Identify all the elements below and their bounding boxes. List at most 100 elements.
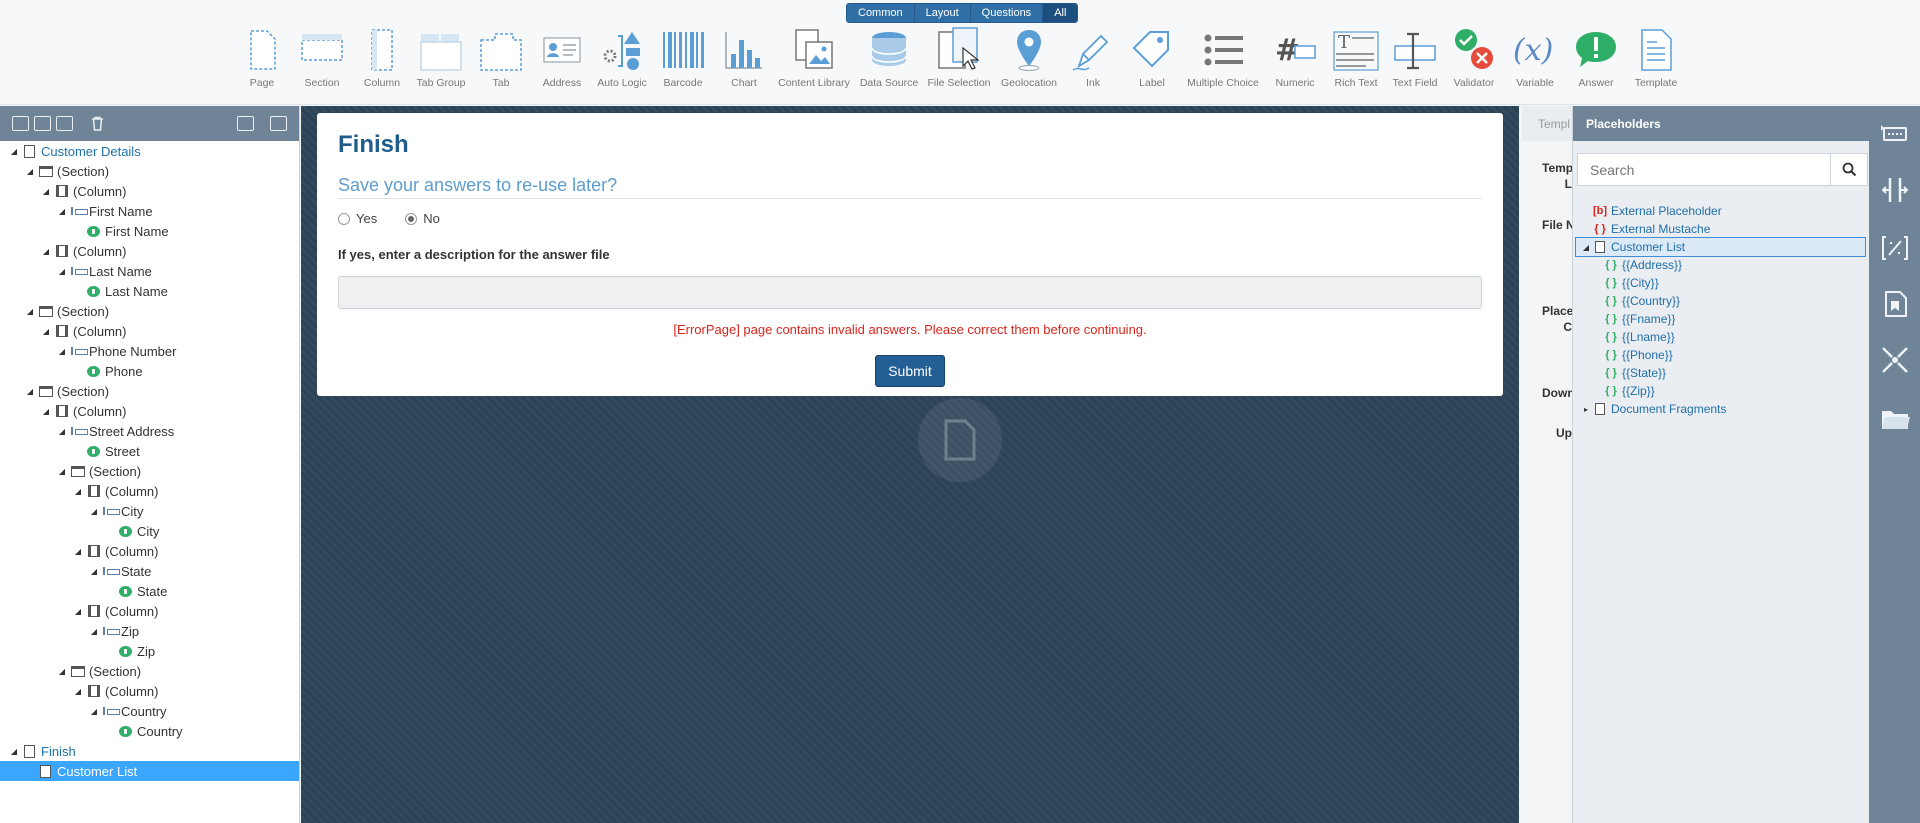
radio-circle[interactable] [405,212,418,225]
placeholder-field[interactable]: { } {{Address}} [1573,256,1870,274]
placeholder-field[interactable]: { } {{Lname}} [1573,328,1870,346]
expand-triangle-icon[interactable]: ◢ [25,387,35,396]
expand-all-icon[interactable] [237,116,254,131]
search-button[interactable] [1830,153,1868,186]
tree-node[interactable]: ◢ Country [0,701,299,721]
split-button[interactable] [1869,162,1920,218]
tool-column[interactable]: Column [352,26,412,89]
collapse-all-icon[interactable] [270,116,287,131]
tool-content-library[interactable]: Content Library [778,26,850,89]
tool-file-selection[interactable]: File Selection [927,26,991,89]
tree-node[interactable]: ◢ First Name [0,201,299,221]
tree-node[interactable]: ◢ (Column) [0,601,299,621]
placeholder-field[interactable]: { } {{State}} [1573,364,1870,382]
description-input[interactable] [338,276,1482,309]
placeholder-item[interactable]: [b] External Placeholder [1573,202,1870,220]
tree-node[interactable]: ◢ Zip [0,621,299,641]
expand-triangle-icon[interactable]: ◢ [9,747,19,756]
placeholder-field[interactable]: { } {{Zip}} [1573,382,1870,400]
tool-geolocation[interactable]: Geolocation [999,26,1059,89]
tab-common[interactable]: Common [847,4,915,22]
expand-triangle-icon[interactable]: ◢ [9,147,19,156]
tool-template[interactable]: Template [1626,26,1686,89]
tool-data-source[interactable]: Data Source [859,26,919,89]
expand-triangle-icon[interactable]: ◢ [89,507,99,516]
placeholder-field[interactable]: { } {{Country}} [1573,292,1870,310]
tree-node[interactable]: ◢ Phone Number [0,341,299,361]
tree-node[interactable]: ◢ (Column) [0,481,299,501]
prompt-view-icon[interactable] [34,116,51,131]
tool-multiple-choice[interactable]: Multiple Choice [1187,26,1259,89]
expand-triangle-icon[interactable]: ◢ [25,307,35,316]
expand-triangle-icon[interactable]: ◢ [57,427,67,436]
tree-node[interactable]: ◢ State [0,561,299,581]
tree-node[interactable]: Last Name [0,281,299,301]
tree-node[interactable]: ◢ (Column) [0,321,299,341]
tool-label[interactable]: Label [1122,26,1182,89]
tool-rich-text[interactable]: T Rich Text [1326,26,1386,89]
tree-node[interactable]: ◢ (Section) [0,381,299,401]
tree-node[interactable]: ◢ (Section) [0,161,299,181]
tab-all[interactable]: All [1043,4,1078,22]
tool-tab-group[interactable]: Tab Group [411,26,471,89]
placeholder-field[interactable]: { } {{Phone}} [1573,346,1870,364]
search-input[interactable] [1577,153,1830,186]
expand-triangle-icon[interactable]: ◢ [57,347,67,356]
expand-triangle-icon[interactable]: ◢ [57,267,67,276]
radio-circle[interactable] [338,212,350,225]
tree-node[interactable]: ◢ (Section) [0,661,299,681]
expand-triangle-icon[interactable]: ▸ [1581,405,1591,414]
collapse-button[interactable] [1869,332,1920,388]
tree-node[interactable]: ◢ (Column) [0,181,299,201]
tree-node[interactable]: ◢ Customer Details [0,141,299,161]
tree-node[interactable]: ◢ Finish [0,741,299,761]
tree-node[interactable]: Street [0,441,299,461]
tree-node[interactable]: First Name [0,221,299,241]
tree-node[interactable]: Country [0,721,299,741]
radio-no[interactable]: No [405,211,440,226]
tool-ink[interactable]: Ink [1063,26,1123,89]
tool-text-field[interactable]: Text Field [1385,26,1445,89]
text-view-icon[interactable] [12,116,29,131]
expand-triangle-icon[interactable]: ◢ [73,487,83,496]
expand-triangle-icon[interactable]: ◢ [73,687,83,696]
tab-questions[interactable]: Questions [970,4,1044,22]
expand-triangle-icon[interactable]: ◢ [89,627,99,636]
expand-triangle-icon[interactable]: ◢ [57,667,67,676]
expand-triangle-icon[interactable]: ◢ [89,567,99,576]
tab-template[interactable]: Templ [1522,106,1572,141]
tree-node[interactable]: City [0,521,299,541]
tree-node[interactable]: ◢ City [0,501,299,521]
trash-icon[interactable] [90,116,107,131]
expand-triangle-icon[interactable]: ◢ [57,207,67,216]
variable-tag-button[interactable] [1869,220,1920,276]
tool-auto-logic[interactable]: Auto Logic [592,26,652,89]
tool-numeric[interactable]: # Numeric [1265,26,1325,89]
tool-section[interactable]: Section [292,26,352,89]
tree-node[interactable]: ◢ (Column) [0,681,299,701]
placeholder-field[interactable]: { } {{City}} [1573,274,1870,292]
tree-node[interactable]: Zip [0,641,299,661]
submit-button[interactable]: Submit [875,355,945,387]
tool-barcode[interactable]: Barcode [653,26,713,89]
tool-page[interactable]: Page [232,26,292,89]
tab-layout[interactable]: Layout [914,4,971,22]
answer-file-button[interactable] [1869,106,1920,162]
tool-tab[interactable]: Tab [471,26,531,89]
tree-node[interactable]: ◢ (Column) [0,401,299,421]
expand-triangle-icon[interactable]: ◢ [41,247,51,256]
placeholder-item[interactable]: ◢ Customer List [1575,237,1866,257]
tree-node[interactable]: ◢ Street Address [0,421,299,441]
radio-yes[interactable]: Yes [338,211,377,226]
tree-node[interactable]: ◢ Last Name [0,261,299,281]
expand-triangle-icon[interactable]: ◢ [41,407,51,416]
bookmark-doc-button[interactable] [1869,276,1920,332]
expand-triangle-icon[interactable]: ◢ [1581,243,1591,252]
tool-answer[interactable]: Answer [1566,26,1626,89]
placeholder-field[interactable]: { } {{Fname}} [1573,310,1870,328]
expand-triangle-icon[interactable]: ◢ [73,607,83,616]
expand-triangle-icon[interactable]: ◢ [57,467,67,476]
tree-node[interactable]: Customer List [0,761,299,781]
tree-node[interactable]: Phone [0,361,299,381]
expand-triangle-icon[interactable]: ◢ [73,547,83,556]
